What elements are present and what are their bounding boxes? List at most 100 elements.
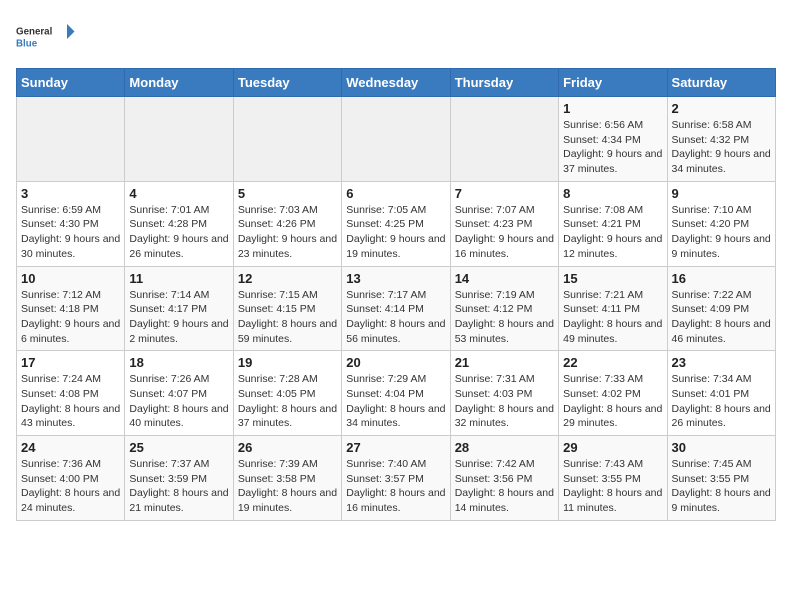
day-cell: 2 Sunrise: 6:58 AM Sunset: 4:32 PM Daylig… <box>667 97 775 182</box>
day-number: 24 <box>21 440 120 455</box>
week-row-2: 3Sunrise: 6:59 AM Sunset: 4:30 PM Daylig… <box>17 181 776 266</box>
day-cell: 23Sunrise: 7:34 AM Sunset: 4:01 PM Dayli… <box>667 351 775 436</box>
day-cell: 20 Sunrise: 7:29 AM Sunset: 4:04 PM Dayli… <box>342 351 450 436</box>
day-number: 20 <box>346 355 445 370</box>
day-cell: 18Sunrise: 7:26 AM Sunset: 4:07 PM Dayli… <box>125 351 233 436</box>
day-cell: 10 Sunrise: 7:12 AM Sunset: 4:18 PM Dayli… <box>17 266 125 351</box>
day-number: 4 <box>129 186 228 201</box>
day-info: Sunrise: 7:05 AM Sunset: 4:25 PM Dayligh… <box>346 203 445 262</box>
day-info: Sunrise: 7:34 AM Sunset: 4:01 PM Dayligh… <box>672 372 771 431</box>
day-number: 11 <box>129 271 228 286</box>
day-info: Sunrise: 7:28 AM Sunset: 4:05 PM Dayligh… <box>238 372 337 431</box>
day-cell: 21 Sunrise: 7:31 AM Sunset: 4:03 PM Dayli… <box>450 351 558 436</box>
day-cell: 25Sunrise: 7:37 AM Sunset: 3:59 PM Dayli… <box>125 436 233 521</box>
day-cell: 27 Sunrise: 7:40 AM Sunset: 3:57 PM Dayli… <box>342 436 450 521</box>
day-cell: 15 Sunrise: 7:21 AM Sunset: 4:11 PM Dayli… <box>559 266 667 351</box>
day-cell: 14 Sunrise: 7:19 AM Sunset: 4:12 PM Dayli… <box>450 266 558 351</box>
day-info: Sunrise: 6:58 AM Sunset: 4:32 PM Dayligh… <box>672 118 771 177</box>
day-number: 9 <box>672 186 771 201</box>
day-info: Sunrise: 7:21 AM Sunset: 4:11 PM Dayligh… <box>563 288 662 347</box>
day-cell <box>342 97 450 182</box>
svg-text:Blue: Blue <box>16 39 38 50</box>
day-number: 5 <box>238 186 337 201</box>
day-number: 7 <box>455 186 554 201</box>
day-info: Sunrise: 7:36 AM Sunset: 4:00 PM Dayligh… <box>21 457 120 516</box>
day-number: 18 <box>129 355 228 370</box>
day-info: Sunrise: 7:45 AM Sunset: 3:55 PM Dayligh… <box>672 457 771 516</box>
calendar-table: SundayMondayTuesdayWednesdayThursdayFrid… <box>16 68 776 521</box>
header-sunday: Sunday <box>17 69 125 97</box>
day-cell <box>125 97 233 182</box>
header-monday: Monday <box>125 69 233 97</box>
svg-text:General: General <box>16 27 53 38</box>
day-number: 6 <box>346 186 445 201</box>
day-number: 26 <box>238 440 337 455</box>
day-number: 10 <box>21 271 120 286</box>
day-cell: 28 Sunrise: 7:42 AM Sunset: 3:56 PM Dayli… <box>450 436 558 521</box>
header-thursday: Thursday <box>450 69 558 97</box>
day-number: 21 <box>455 355 554 370</box>
day-info: Sunrise: 7:10 AM Sunset: 4:20 PM Dayligh… <box>672 203 771 262</box>
day-info: Sunrise: 7:19 AM Sunset: 4:12 PM Dayligh… <box>455 288 554 347</box>
day-cell: 13 Sunrise: 7:17 AM Sunset: 4:14 PM Dayli… <box>342 266 450 351</box>
day-info: Sunrise: 7:22 AM Sunset: 4:09 PM Dayligh… <box>672 288 771 347</box>
day-cell: 12 Sunrise: 7:15 AM Sunset: 4:15 PM Dayli… <box>233 266 341 351</box>
day-info: Sunrise: 7:07 AM Sunset: 4:23 PM Dayligh… <box>455 203 554 262</box>
header-saturday: Saturday <box>667 69 775 97</box>
day-number: 13 <box>346 271 445 286</box>
day-info: Sunrise: 7:31 AM Sunset: 4:03 PM Dayligh… <box>455 372 554 431</box>
week-row-3: 10 Sunrise: 7:12 AM Sunset: 4:18 PM Dayli… <box>17 266 776 351</box>
day-cell: 30 Sunrise: 7:45 AM Sunset: 3:55 PM Dayli… <box>667 436 775 521</box>
day-cell: 11 Sunrise: 7:14 AM Sunset: 4:17 PM Dayli… <box>125 266 233 351</box>
day-number: 2 <box>672 101 771 116</box>
day-cell: 24 Sunrise: 7:36 AM Sunset: 4:00 PM Dayli… <box>17 436 125 521</box>
day-cell: 3Sunrise: 6:59 AM Sunset: 4:30 PM Daylig… <box>17 181 125 266</box>
week-row-4: 17Sunrise: 7:24 AM Sunset: 4:08 PM Dayli… <box>17 351 776 436</box>
day-info: Sunrise: 7:15 AM Sunset: 4:15 PM Dayligh… <box>238 288 337 347</box>
day-cell <box>17 97 125 182</box>
day-number: 30 <box>672 440 771 455</box>
header-friday: Friday <box>559 69 667 97</box>
day-number: 28 <box>455 440 554 455</box>
day-number: 14 <box>455 271 554 286</box>
day-number: 12 <box>238 271 337 286</box>
day-info: Sunrise: 7:08 AM Sunset: 4:21 PM Dayligh… <box>563 203 662 262</box>
day-cell: 1 Sunrise: 6:56 AM Sunset: 4:34 PM Daylig… <box>559 97 667 182</box>
header: General Blue <box>16 16 776 56</box>
day-info: Sunrise: 7:14 AM Sunset: 4:17 PM Dayligh… <box>129 288 228 347</box>
day-cell <box>233 97 341 182</box>
day-cell: 26 Sunrise: 7:39 AM Sunset: 3:58 PM Dayli… <box>233 436 341 521</box>
day-number: 15 <box>563 271 662 286</box>
day-number: 29 <box>563 440 662 455</box>
day-cell: 22Sunrise: 7:33 AM Sunset: 4:02 PM Dayli… <box>559 351 667 436</box>
day-cell <box>450 97 558 182</box>
day-number: 19 <box>238 355 337 370</box>
day-info: Sunrise: 7:17 AM Sunset: 4:14 PM Dayligh… <box>346 288 445 347</box>
day-cell: 9 Sunrise: 7:10 AM Sunset: 4:20 PM Daylig… <box>667 181 775 266</box>
day-number: 8 <box>563 186 662 201</box>
day-info: Sunrise: 7:42 AM Sunset: 3:56 PM Dayligh… <box>455 457 554 516</box>
day-info: Sunrise: 7:39 AM Sunset: 3:58 PM Dayligh… <box>238 457 337 516</box>
day-cell: 4 Sunrise: 7:01 AM Sunset: 4:28 PM Daylig… <box>125 181 233 266</box>
day-cell: 5 Sunrise: 7:03 AM Sunset: 4:26 PM Daylig… <box>233 181 341 266</box>
day-info: Sunrise: 7:12 AM Sunset: 4:18 PM Dayligh… <box>21 288 120 347</box>
day-number: 27 <box>346 440 445 455</box>
day-cell: 16Sunrise: 7:22 AM Sunset: 4:09 PM Dayli… <box>667 266 775 351</box>
day-info: Sunrise: 7:33 AM Sunset: 4:02 PM Dayligh… <box>563 372 662 431</box>
day-cell: 29 Sunrise: 7:43 AM Sunset: 3:55 PM Dayli… <box>559 436 667 521</box>
week-row-1: 1 Sunrise: 6:56 AM Sunset: 4:34 PM Daylig… <box>17 97 776 182</box>
day-info: Sunrise: 6:59 AM Sunset: 4:30 PM Dayligh… <box>21 203 120 262</box>
header-wednesday: Wednesday <box>342 69 450 97</box>
day-info: Sunrise: 7:43 AM Sunset: 3:55 PM Dayligh… <box>563 457 662 516</box>
logo: General Blue <box>16 16 76 56</box>
day-info: Sunrise: 7:40 AM Sunset: 3:57 PM Dayligh… <box>346 457 445 516</box>
day-info: Sunrise: 7:03 AM Sunset: 4:26 PM Dayligh… <box>238 203 337 262</box>
day-info: Sunrise: 7:01 AM Sunset: 4:28 PM Dayligh… <box>129 203 228 262</box>
day-info: Sunrise: 7:37 AM Sunset: 3:59 PM Dayligh… <box>129 457 228 516</box>
day-number: 1 <box>563 101 662 116</box>
day-info: Sunrise: 7:29 AM Sunset: 4:04 PM Dayligh… <box>346 372 445 431</box>
day-cell: 6 Sunrise: 7:05 AM Sunset: 4:25 PM Daylig… <box>342 181 450 266</box>
day-cell: 7 Sunrise: 7:07 AM Sunset: 4:23 PM Daylig… <box>450 181 558 266</box>
day-info: Sunrise: 6:56 AM Sunset: 4:34 PM Dayligh… <box>563 118 662 177</box>
day-number: 17 <box>21 355 120 370</box>
